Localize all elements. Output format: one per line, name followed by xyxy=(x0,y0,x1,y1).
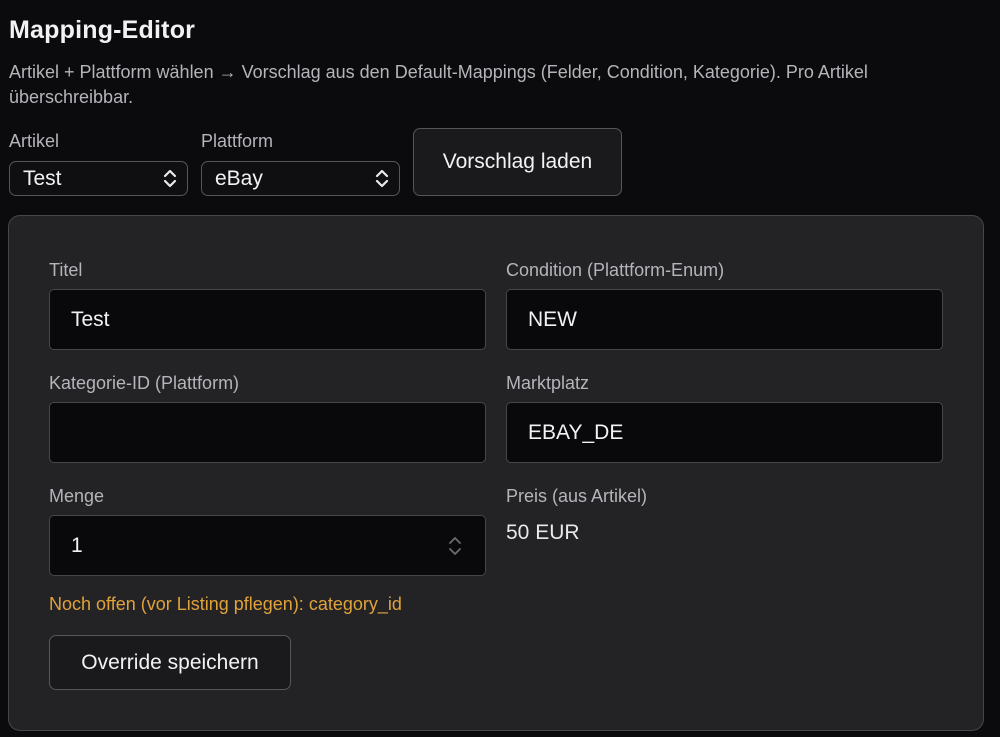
platform-label: Plattform xyxy=(201,131,274,151)
condition-field-label: Condition (Plattform-Enum) xyxy=(506,260,725,280)
marketplace-input[interactable]: EBAY_DE xyxy=(506,402,943,463)
mapping-editor-page: Mapping-Editor Artikel + Plattform wähle… xyxy=(0,0,1000,737)
category-id-input[interactable] xyxy=(49,402,486,463)
missing-fields-warning: Noch offen (vor Listing pflegen): catego… xyxy=(49,594,402,614)
title-input[interactable]: Test xyxy=(49,289,486,350)
article-label: Artikel xyxy=(9,131,60,151)
price-value: 50 EUR xyxy=(506,521,580,544)
page-description: Artikel + Plattform wählen → Vorschlag a… xyxy=(9,62,868,107)
category-field-label: Kategorie-ID (Plattform) xyxy=(49,373,240,393)
article-select[interactable]: Test xyxy=(9,161,188,196)
page-title: Mapping-Editor xyxy=(9,16,196,44)
quantity-field-label: Menge xyxy=(49,486,105,506)
price-field-label: Preis (aus Artikel) xyxy=(506,486,648,506)
mapping-form-panel: Titel Test Condition (Plattform-Enum) NE… xyxy=(8,215,984,731)
quantity-value: 1 xyxy=(71,534,83,557)
platform-select-value: eBay xyxy=(215,167,263,190)
article-select-value: Test xyxy=(23,167,62,190)
marketplace-field-label: Marktplatz xyxy=(506,373,590,393)
chevron-up-down-icon xyxy=(163,169,177,188)
stepper-icon[interactable] xyxy=(447,534,463,558)
condition-input[interactable]: NEW xyxy=(506,289,943,350)
quantity-stepper[interactable]: 1 xyxy=(49,515,486,576)
load-suggestion-button[interactable]: Vorschlag laden xyxy=(413,128,622,196)
platform-select[interactable]: eBay xyxy=(201,161,400,196)
save-override-button[interactable]: Override speichern xyxy=(49,635,291,690)
chevron-up-down-icon xyxy=(375,169,389,188)
title-field-label: Titel xyxy=(49,260,83,280)
